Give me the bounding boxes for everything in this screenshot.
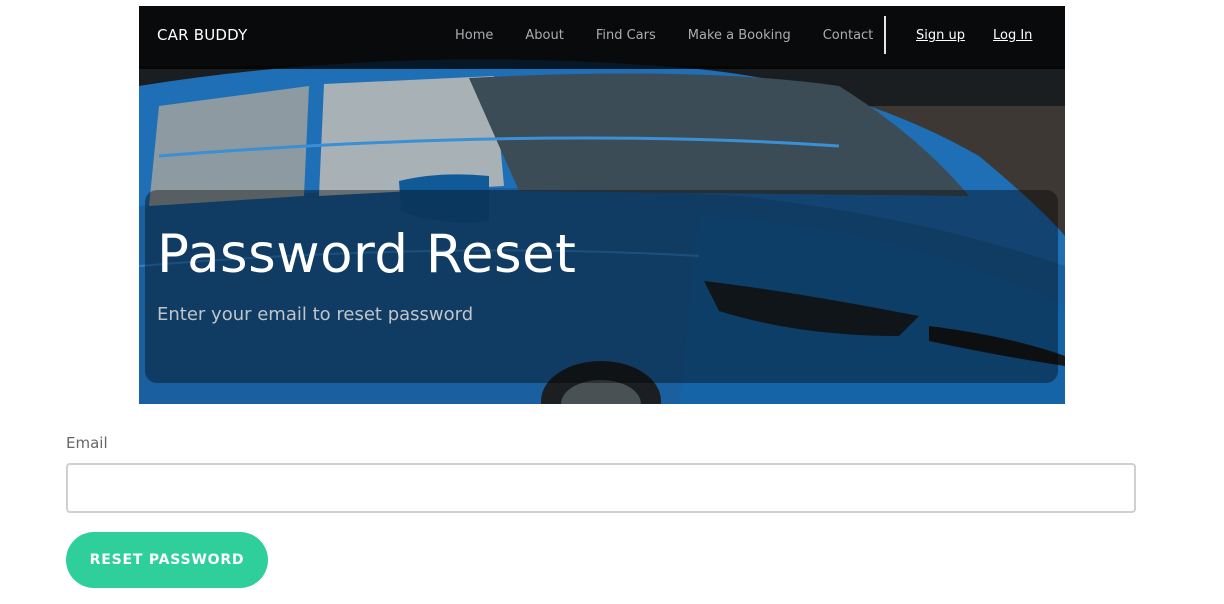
nav-home[interactable]: Home bbox=[455, 28, 493, 43]
brand-logo[interactable]: CAR BUDDY bbox=[157, 26, 247, 44]
page-subtitle: Enter your email to reset password bbox=[157, 304, 474, 325]
nav-divider bbox=[884, 16, 886, 54]
email-field[interactable] bbox=[66, 463, 1136, 513]
hero-caption: Password Reset Enter your email to reset… bbox=[145, 190, 1058, 383]
nav-about[interactable]: About bbox=[525, 28, 563, 43]
email-label: Email bbox=[66, 434, 108, 452]
nav-find-cars[interactable]: Find Cars bbox=[596, 28, 656, 43]
nav-links: Home About Find Cars Make a Booking Cont… bbox=[455, 28, 905, 43]
reset-password-button[interactable]: RESET PASSWORD bbox=[66, 532, 268, 588]
page-title: Password Reset bbox=[157, 224, 577, 285]
login-link[interactable]: Log In bbox=[993, 28, 1032, 43]
hero-banner: CAR BUDDY Home About Find Cars Make a Bo… bbox=[139, 6, 1065, 404]
nav-make-booking[interactable]: Make a Booking bbox=[688, 28, 791, 43]
nav-contact[interactable]: Contact bbox=[823, 28, 874, 43]
navbar: CAR BUDDY Home About Find Cars Make a Bo… bbox=[139, 6, 1065, 69]
signup-link[interactable]: Sign up bbox=[916, 28, 965, 43]
